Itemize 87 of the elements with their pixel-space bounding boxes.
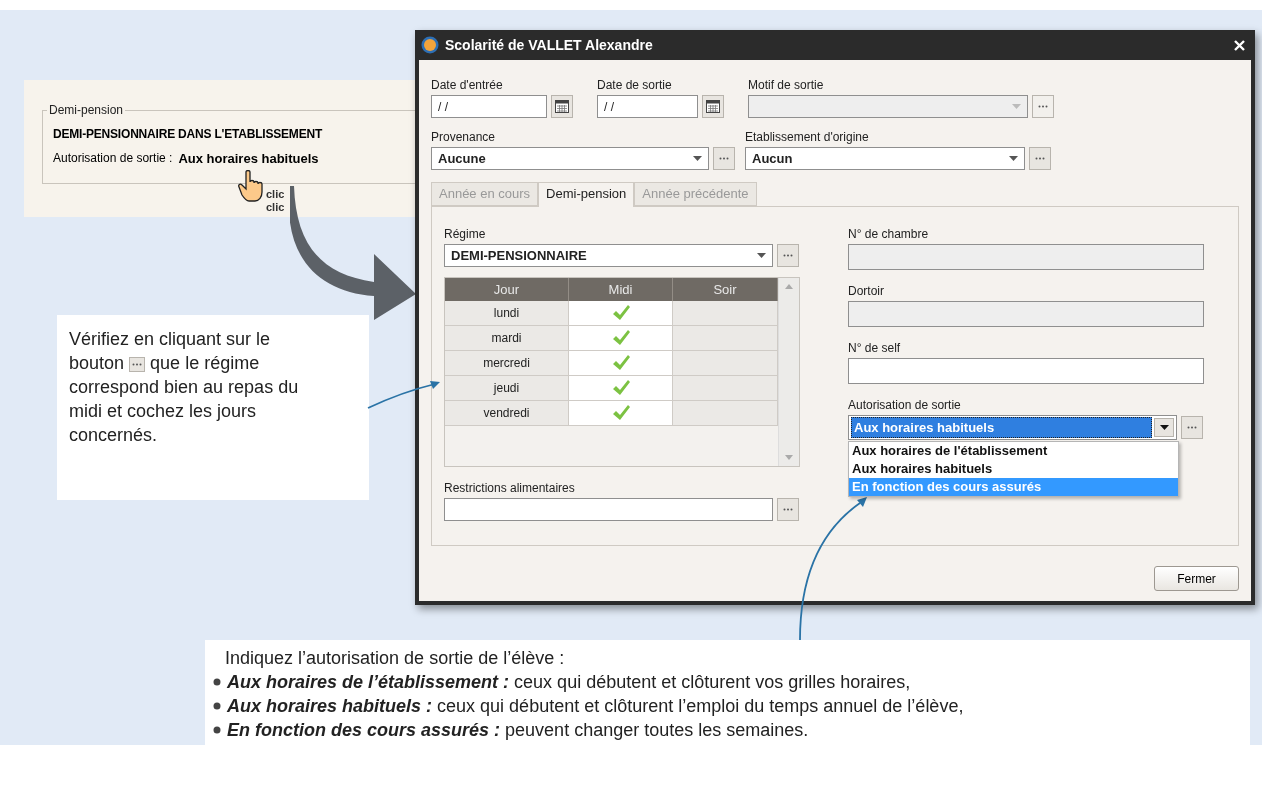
dropdown-option[interactable]: Aux horaires habituels	[849, 460, 1178, 478]
calendar-button[interactable]	[551, 95, 573, 118]
dropdown-option[interactable]: Aux horaires de l'établissement	[849, 442, 1178, 460]
field-label: N° de chambre	[848, 227, 930, 241]
dropdown-field[interactable]: DEMI-PENSIONNAIRE	[444, 244, 773, 267]
calendar-icon	[555, 100, 569, 113]
dropdown-field[interactable]: Aux horaires habituels	[848, 415, 1177, 440]
calendar-icon	[706, 100, 720, 113]
input-field[interactable]	[848, 358, 1204, 384]
more-button[interactable]	[777, 498, 799, 521]
field-label: Date de sortie	[597, 78, 673, 92]
checkbox-cell[interactable]	[569, 301, 673, 325]
scroll-up-icon[interactable]	[785, 284, 793, 289]
more-button[interactable]	[1032, 95, 1054, 118]
check-icon	[611, 330, 630, 346]
field-label: Autorisation de sortie	[848, 398, 962, 412]
window-title: Scolarité de VALLET Alexandre	[445, 37, 654, 53]
close-button[interactable]: Fermer	[1154, 566, 1239, 591]
caret-icon	[1009, 156, 1018, 161]
bullet-icon	[213, 702, 221, 710]
tab[interactable]: Demi-pension	[538, 182, 635, 207]
more-button[interactable]	[713, 147, 735, 170]
more-icon	[783, 254, 793, 257]
dropdown-button[interactable]	[1154, 418, 1174, 437]
bullet-text: Aux horaires de l’établissement : ceux qui débutent et clôturent vos grilles horaires,	[227, 671, 911, 694]
table-cell: mardi	[445, 326, 569, 350]
checkbox-cell[interactable]	[569, 401, 673, 425]
more-button[interactable]	[1029, 147, 1051, 170]
field-label: Etablissement d'origine	[745, 130, 870, 144]
checkbox-cell[interactable]	[569, 326, 673, 350]
check-icon	[611, 405, 630, 421]
field-label: Régime	[444, 227, 487, 241]
more-icon	[783, 508, 793, 511]
pointer-hand-icon	[238, 170, 264, 202]
caret-icon	[693, 156, 702, 161]
check-icon	[611, 355, 630, 371]
table-cell: lundi	[445, 301, 569, 325]
app-logo-icon	[421, 36, 439, 54]
caret-icon	[1159, 425, 1169, 430]
more-button[interactable]	[1181, 416, 1203, 439]
callout-text: Vérifiez en cliquant sur le bouton que le régime correspond bien au repas du midi et cochez les jours concernés.	[69, 328, 300, 447]
caret-icon	[1012, 104, 1021, 109]
callout-text: Indiquez l’autorisation de sortie de l’élève :	[224, 647, 566, 670]
scroll-down-icon[interactable]	[785, 455, 793, 460]
field-label: N° de self	[848, 341, 902, 355]
field-label: Provenance	[431, 130, 497, 144]
more-icon	[132, 362, 143, 366]
check-icon	[611, 380, 630, 396]
regime-text: DEMI-PENSIONNAIRE DANS L'ETABLISSEMENT	[53, 127, 324, 141]
more-icon	[1035, 157, 1045, 160]
dropdown-field[interactable]: Aucune	[431, 147, 709, 170]
table-cell: mercredi	[445, 351, 569, 375]
field-label: Date d'entrée	[431, 78, 504, 92]
checkbox-cell[interactable]	[673, 351, 778, 375]
field-label: Autorisation de sortie :	[53, 151, 173, 166]
bullet-icon	[213, 678, 221, 686]
more-icon	[1187, 426, 1197, 429]
checkbox-cell[interactable]	[569, 351, 673, 375]
caret-icon	[757, 253, 766, 258]
check-icon	[611, 305, 630, 321]
bullet-icon	[213, 726, 221, 734]
table-cell: jeudi	[445, 376, 569, 400]
more-icon	[1038, 105, 1048, 108]
bullet-text: Aux horaires habituels : ceux qui débutent et clôturent l’emploi du temps annuel de l’élève,	[227, 695, 964, 718]
checkbox-cell[interactable]	[569, 376, 673, 400]
more-icon	[719, 157, 729, 160]
field-label: Dortoir	[848, 284, 885, 298]
bullet-text: En fonction des cours assurés : peuvent changer toutes les semaines.	[227, 719, 809, 742]
more-button[interactable]	[777, 244, 799, 267]
checkbox-cell[interactable]	[673, 301, 778, 325]
click-label: clic	[266, 201, 285, 213]
scrollbar[interactable]	[778, 278, 799, 466]
close-icon[interactable]	[1234, 39, 1245, 51]
input-field[interactable]	[444, 498, 773, 521]
group-label: Demi-pension	[47, 103, 126, 117]
exit-permission-link[interactable]: Aux horaires habituels	[178, 151, 319, 166]
checkbox-cell[interactable]	[673, 326, 778, 350]
checkbox-cell[interactable]	[673, 401, 778, 425]
calendar-button[interactable]	[702, 95, 724, 118]
input-field[interactable]: / /	[597, 95, 698, 118]
field-label: Restrictions alimentaires	[444, 481, 576, 495]
dropdown-field[interactable]: Aucun	[745, 147, 1025, 170]
checkbox-cell[interactable]	[673, 376, 778, 400]
table-cell: vendredi	[445, 401, 569, 425]
click-label: clic	[266, 188, 285, 200]
input-field[interactable]: / /	[431, 95, 547, 118]
field-label: Motif de sortie	[748, 78, 825, 92]
